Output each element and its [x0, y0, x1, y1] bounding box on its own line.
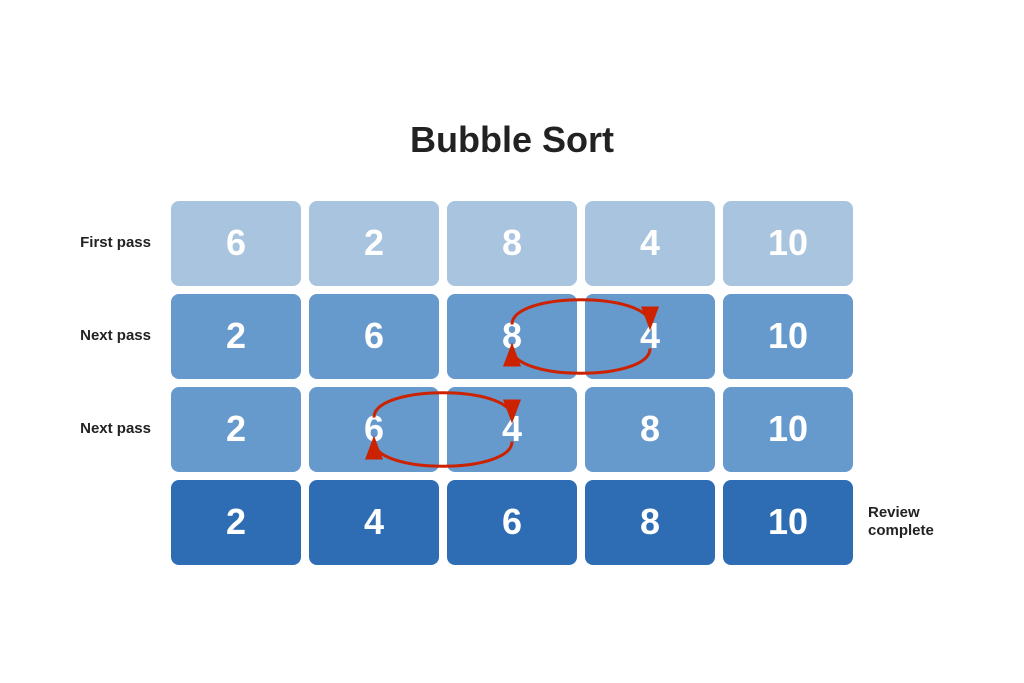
cell-2-1: 6: [309, 387, 439, 472]
row-0: First pass628410: [51, 201, 973, 286]
cell-3-4: 10: [723, 480, 853, 565]
row-1: Next pass268410: [51, 294, 973, 379]
cell-1-2: 8: [447, 294, 577, 379]
cell-0-1: 2: [309, 201, 439, 286]
row-label-right-3: Review complete: [853, 504, 973, 540]
cell-3-1: 4: [309, 480, 439, 565]
cell-0-4: 10: [723, 201, 853, 286]
cell-3-2: 6: [447, 480, 577, 565]
page-title: Bubble Sort: [410, 119, 614, 161]
cell-0-2: 8: [447, 201, 577, 286]
cell-2-0: 2: [171, 387, 301, 472]
cells-3: 246810: [171, 480, 853, 565]
cell-1-1: 6: [309, 294, 439, 379]
cell-0-3: 4: [585, 201, 715, 286]
cell-2-3: 8: [585, 387, 715, 472]
row-3: 246810Review complete: [51, 480, 973, 565]
row-2: Next pass264810: [51, 387, 973, 472]
cell-2-4: 10: [723, 387, 853, 472]
cell-2-2: 4: [447, 387, 577, 472]
sort-grid: First pass628410Next pass268410 Next pas…: [51, 201, 973, 565]
cell-1-4: 10: [723, 294, 853, 379]
cells-2: 264810: [171, 387, 853, 472]
cell-1-3: 4: [585, 294, 715, 379]
cell-1-0: 2: [171, 294, 301, 379]
cells-1: 268410: [171, 294, 853, 379]
cells-0: 628410: [171, 201, 853, 286]
row-label-0: First pass: [51, 234, 171, 252]
row-label-2: Next pass: [51, 420, 171, 438]
cell-3-0: 2: [171, 480, 301, 565]
cell-0-0: 6: [171, 201, 301, 286]
row-label-1: Next pass: [51, 327, 171, 345]
main-container: Bubble Sort First pass628410Next pass268…: [51, 119, 973, 565]
cell-3-3: 8: [585, 480, 715, 565]
